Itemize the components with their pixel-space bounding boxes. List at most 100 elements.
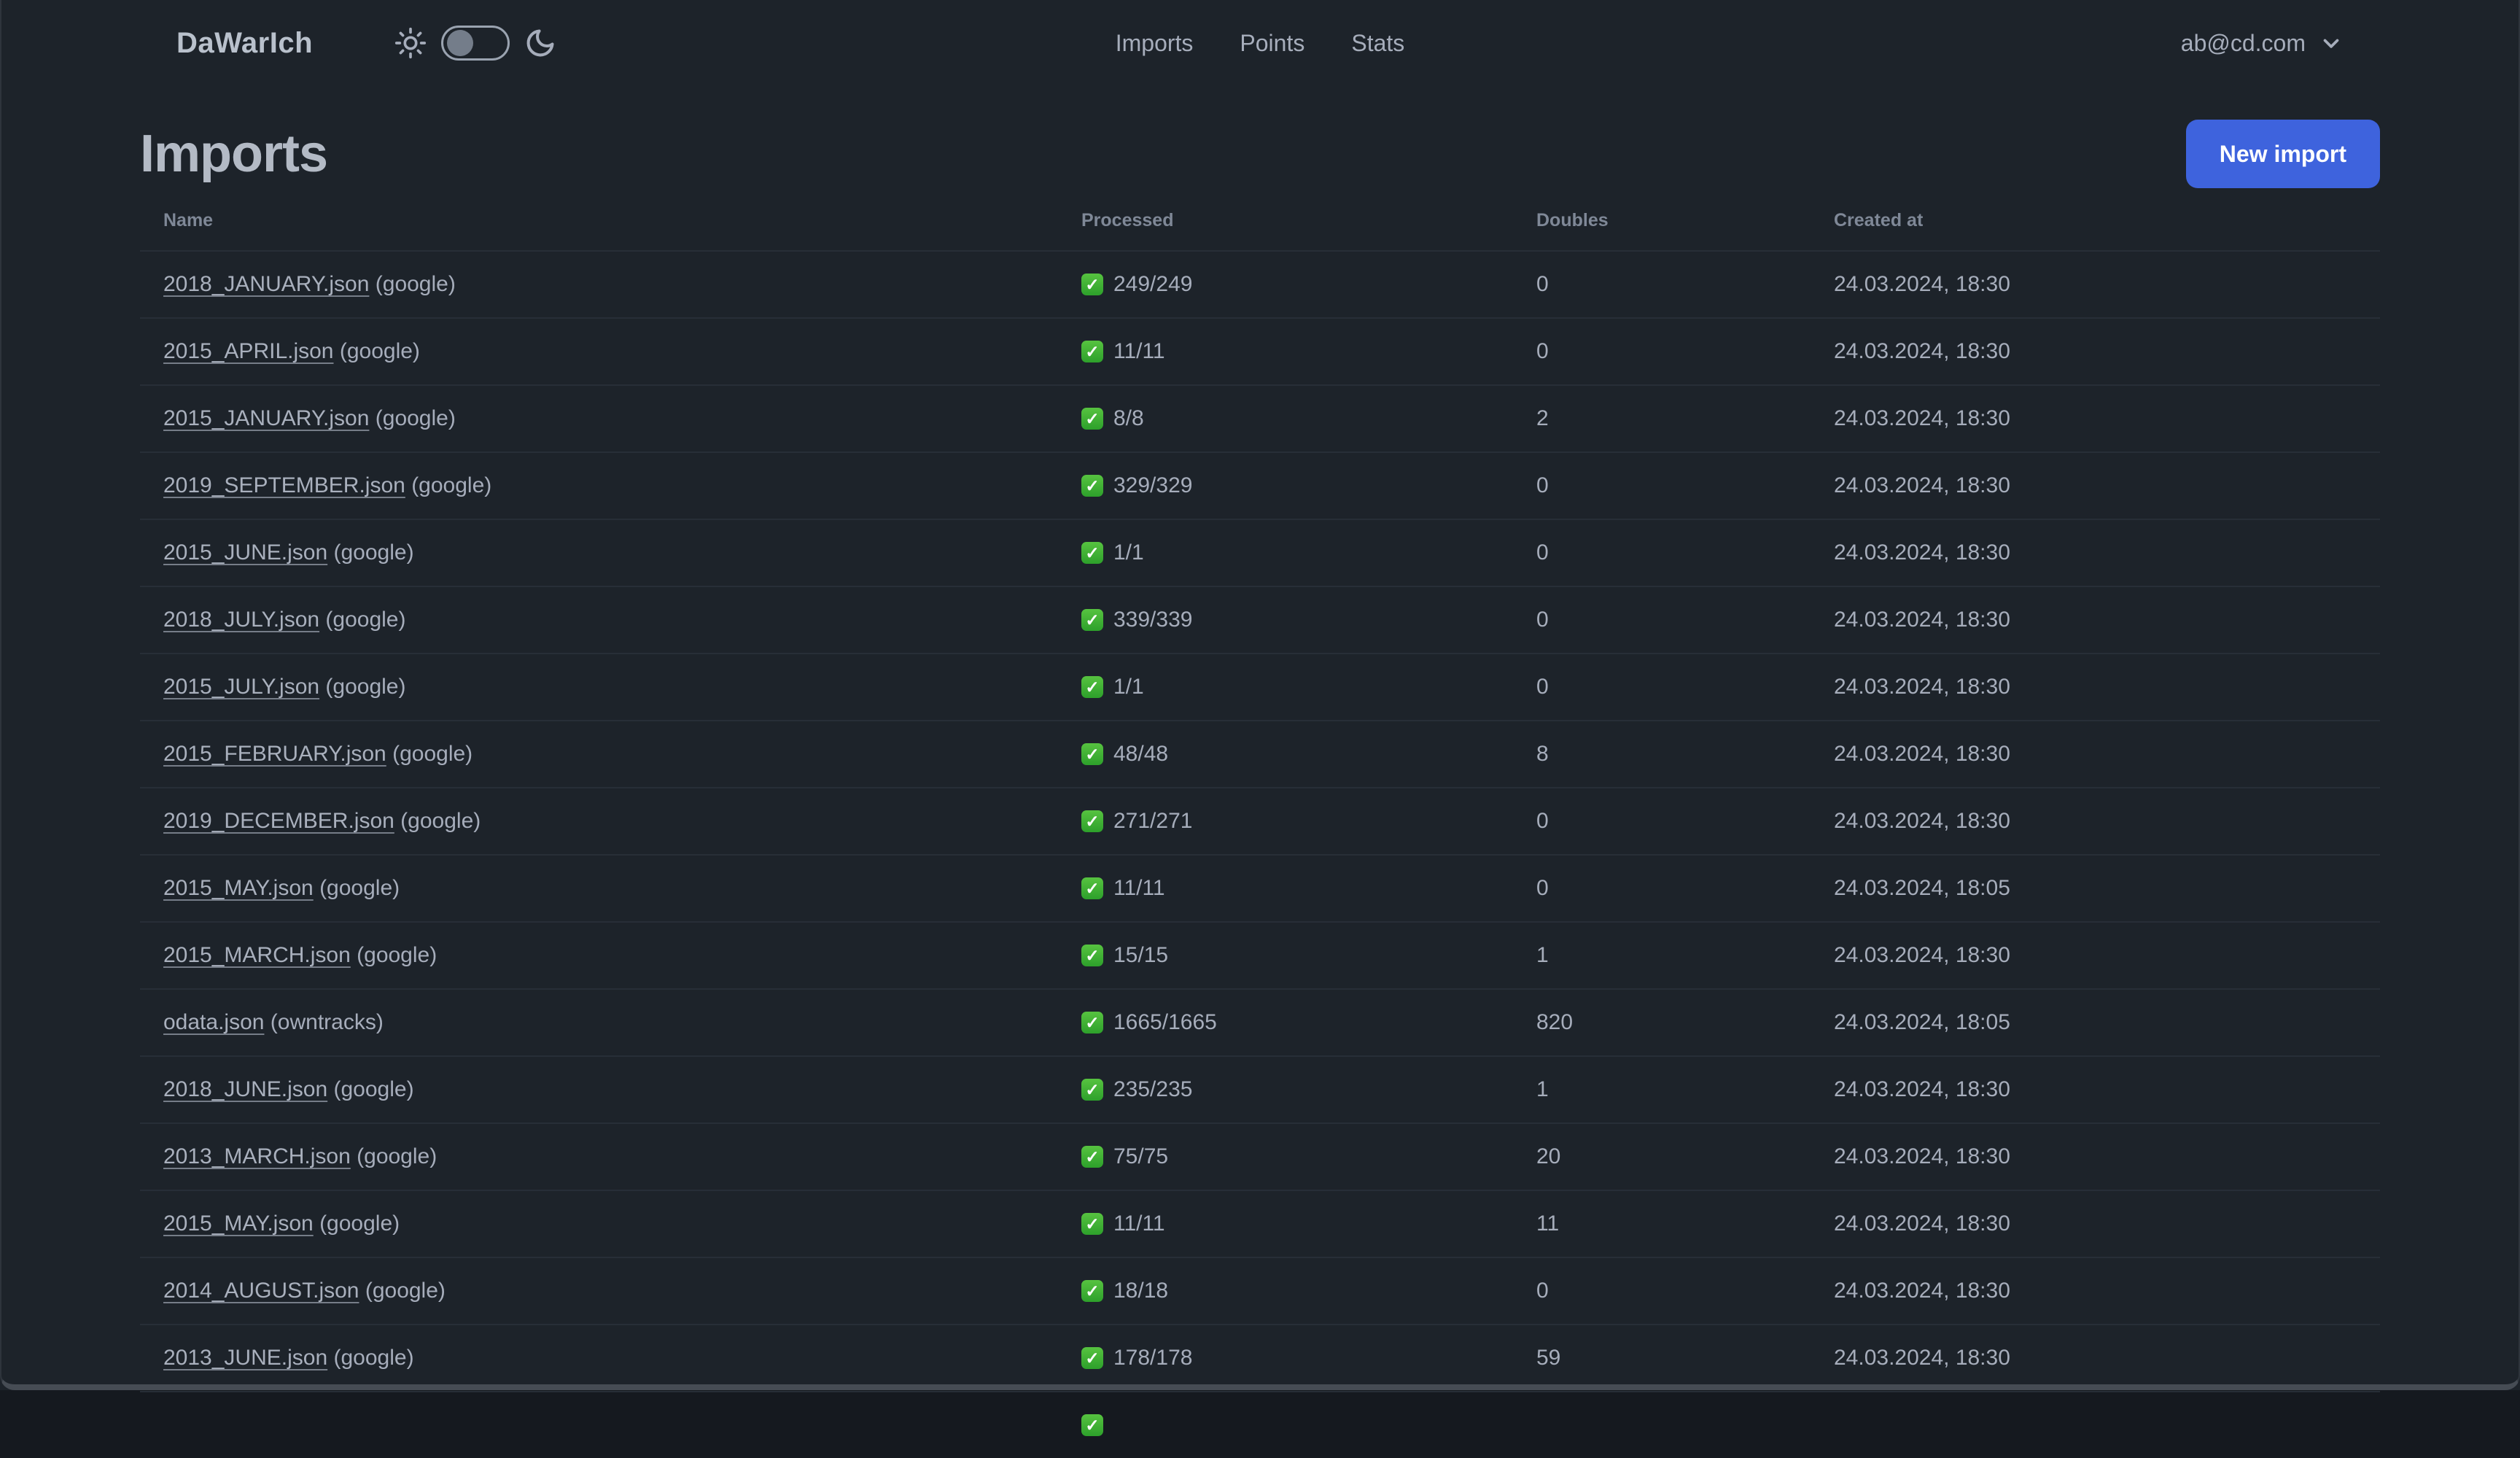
import-file-link[interactable]: 2015_MARCH.json bbox=[163, 943, 351, 967]
check-icon bbox=[1081, 1414, 1103, 1436]
import-file-link[interactable]: 2019_DECEMBER.json bbox=[163, 809, 394, 833]
doubles-cell: 0 bbox=[1513, 586, 1811, 654]
processed-cell: 329/329 bbox=[1058, 452, 1513, 520]
imports-table-body: 2018_JANUARY.json (google) 249/249 0 24.… bbox=[140, 251, 2380, 1458]
created-at-value: 24.03.2024, 18:30 bbox=[1834, 339, 2010, 363]
nav-link-imports[interactable]: Imports bbox=[1116, 30, 1194, 57]
import-file-link[interactable]: 2013_MARCH.json bbox=[163, 1144, 351, 1168]
name-cell: 2019_DECEMBER.json (google) bbox=[140, 788, 1058, 856]
created-at-cell: 24.03.2024, 18:30 bbox=[1811, 586, 2380, 654]
created-at-value: 24.03.2024, 18:30 bbox=[1834, 540, 2010, 565]
app-logo[interactable]: DaWarIch bbox=[176, 27, 313, 60]
doubles-count: 8 bbox=[1536, 742, 1549, 766]
name-cell: 2018_JANUARY.json (google) bbox=[140, 251, 1058, 319]
processed-cell: 11/11 bbox=[1058, 318, 1513, 386]
import-file-link[interactable]: 2015_JANUARY.json bbox=[163, 406, 369, 430]
doubles-cell bbox=[1513, 1392, 1811, 1458]
doubles-cell: 1 bbox=[1513, 922, 1811, 990]
import-file-link[interactable]: 2014_AUGUST.json bbox=[163, 1279, 359, 1303]
nav-link-stats[interactable]: Stats bbox=[1351, 30, 1404, 57]
doubles-cell: 0 bbox=[1513, 251, 1811, 319]
import-file-link[interactable]: odata.json bbox=[163, 1010, 264, 1034]
user-menu[interactable]: ab@cd.com bbox=[2181, 30, 2344, 57]
nav-link-points[interactable]: Points bbox=[1240, 30, 1304, 57]
import-file-link[interactable]: 2015_MAY.json bbox=[163, 1211, 314, 1236]
processed-count: 8/8 bbox=[1113, 406, 1144, 430]
check-icon bbox=[1081, 274, 1103, 295]
import-file-link[interactable]: 2015_MAY.json bbox=[163, 876, 314, 900]
table-row: 2019_SEPTEMBER.json (google) 329/329 0 2… bbox=[140, 452, 2380, 520]
import-file-link[interactable]: 2015_JULY.json bbox=[163, 675, 319, 699]
name-cell: 2019_SEPTEMBER.json (google) bbox=[140, 452, 1058, 520]
created-at-cell: 24.03.2024, 18:30 bbox=[1811, 721, 2380, 788]
created-at-value: 24.03.2024, 18:30 bbox=[1834, 1279, 2010, 1303]
created-at-value: 24.03.2024, 18:30 bbox=[1834, 675, 2010, 699]
doubles-count: 0 bbox=[1536, 339, 1549, 363]
import-source-label: (google) bbox=[365, 1279, 446, 1303]
import-file-link[interactable]: 2018_JULY.json bbox=[163, 608, 319, 632]
table-row: 2015_MARCH.json (google) 15/15 1 24.03.2… bbox=[140, 922, 2380, 990]
created-at-value: 24.03.2024, 18:30 bbox=[1834, 608, 2010, 632]
processed-count: 1665/1665 bbox=[1113, 1010, 1217, 1034]
processed-cell: 339/339 bbox=[1058, 586, 1513, 654]
name-cell: 2015_MAY.json (google) bbox=[140, 1190, 1058, 1258]
column-header-doubles: Doubles bbox=[1513, 188, 1811, 252]
doubles-cell: 0 bbox=[1513, 654, 1811, 721]
doubles-count: 11 bbox=[1536, 1211, 1560, 1236]
import-source-label: (google) bbox=[392, 742, 473, 766]
import-file-link[interactable]: 2018_JUNE.json bbox=[163, 1077, 327, 1101]
import-file-link[interactable]: 2015_APRIL.json bbox=[163, 339, 334, 363]
import-file-link[interactable]: 2018_JANUARY.json bbox=[163, 272, 369, 296]
doubles-count: 0 bbox=[1536, 1279, 1549, 1303]
created-at-value: 24.03.2024, 18:30 bbox=[1834, 1077, 2010, 1101]
table-row: 2013_JUNE.json (google) 178/178 59 24.03… bbox=[140, 1325, 2380, 1392]
new-import-button[interactable]: New import bbox=[2185, 120, 2380, 188]
created-at-cell: 24.03.2024, 18:30 bbox=[1811, 1257, 2380, 1325]
created-at-value: 24.03.2024, 18:30 bbox=[1834, 742, 2010, 766]
processed-cell bbox=[1058, 1392, 1513, 1458]
processed-cell: 11/11 bbox=[1058, 1190, 1513, 1258]
name-cell: 2015_APRIL.json (google) bbox=[140, 318, 1058, 386]
column-header-created-at: Created at bbox=[1811, 188, 2380, 252]
check-icon bbox=[1081, 676, 1103, 698]
created-at-value: 24.03.2024, 18:30 bbox=[1834, 272, 2010, 296]
check-icon bbox=[1081, 1213, 1103, 1235]
doubles-cell: 1 bbox=[1513, 1056, 1811, 1124]
import-source-label: (google) bbox=[375, 272, 456, 296]
name-cell: 2014_AUGUST.json (google) bbox=[140, 1257, 1058, 1325]
import-file-link[interactable]: 2013_JUNE.json bbox=[163, 1346, 327, 1370]
check-icon bbox=[1081, 743, 1103, 765]
check-icon bbox=[1081, 810, 1103, 832]
import-source-label: (google) bbox=[375, 406, 456, 430]
import-source-label: (google) bbox=[333, 1346, 414, 1370]
created-at-cell: 24.03.2024, 18:30 bbox=[1811, 385, 2380, 453]
processed-cell: 249/249 bbox=[1058, 251, 1513, 319]
import-source-label: (google) bbox=[333, 540, 414, 565]
doubles-count: 1 bbox=[1536, 1077, 1549, 1101]
import-file-link[interactable]: 2019_SEPTEMBER.json bbox=[163, 473, 405, 497]
table-row: 2019_DECEMBER.json (google) 271/271 0 24… bbox=[140, 788, 2380, 856]
import-source-label: (google) bbox=[357, 943, 438, 967]
processed-count: 329/329 bbox=[1113, 473, 1193, 497]
import-source-label: (google) bbox=[325, 608, 406, 632]
import-source-label: (google) bbox=[357, 1144, 438, 1168]
created-at-value: 24.03.2024, 18:30 bbox=[1834, 1211, 2010, 1236]
created-at-cell: 24.03.2024, 18:30 bbox=[1811, 519, 2380, 587]
doubles-cell: 8 bbox=[1513, 721, 1811, 788]
imports-table: Name Processed Doubles Created at 2018_J… bbox=[140, 188, 2380, 1458]
theme-toggle-switch[interactable] bbox=[441, 26, 510, 61]
created-at-cell: 24.03.2024, 18:30 bbox=[1811, 922, 2380, 990]
import-file-link[interactable]: 2015_FEBRUARY.json bbox=[163, 742, 386, 766]
table-row: 2015_MAY.json (google) 11/11 11 24.03.20… bbox=[140, 1190, 2380, 1258]
name-cell: 2018_JULY.json (google) bbox=[140, 586, 1058, 654]
created-at-value: 24.03.2024, 18:05 bbox=[1834, 876, 2010, 900]
doubles-count: 0 bbox=[1536, 473, 1549, 497]
processed-cell: 8/8 bbox=[1058, 385, 1513, 453]
moon-icon bbox=[524, 27, 556, 59]
check-icon bbox=[1081, 542, 1103, 564]
import-file-link[interactable]: 2015_JUNE.json bbox=[163, 540, 327, 565]
created-at-value: 24.03.2024, 18:30 bbox=[1834, 473, 2010, 497]
created-at-cell: 24.03.2024, 18:30 bbox=[1811, 788, 2380, 856]
table-row: 2014_AUGUST.json (google) 18/18 0 24.03.… bbox=[140, 1257, 2380, 1325]
check-icon bbox=[1081, 945, 1103, 966]
